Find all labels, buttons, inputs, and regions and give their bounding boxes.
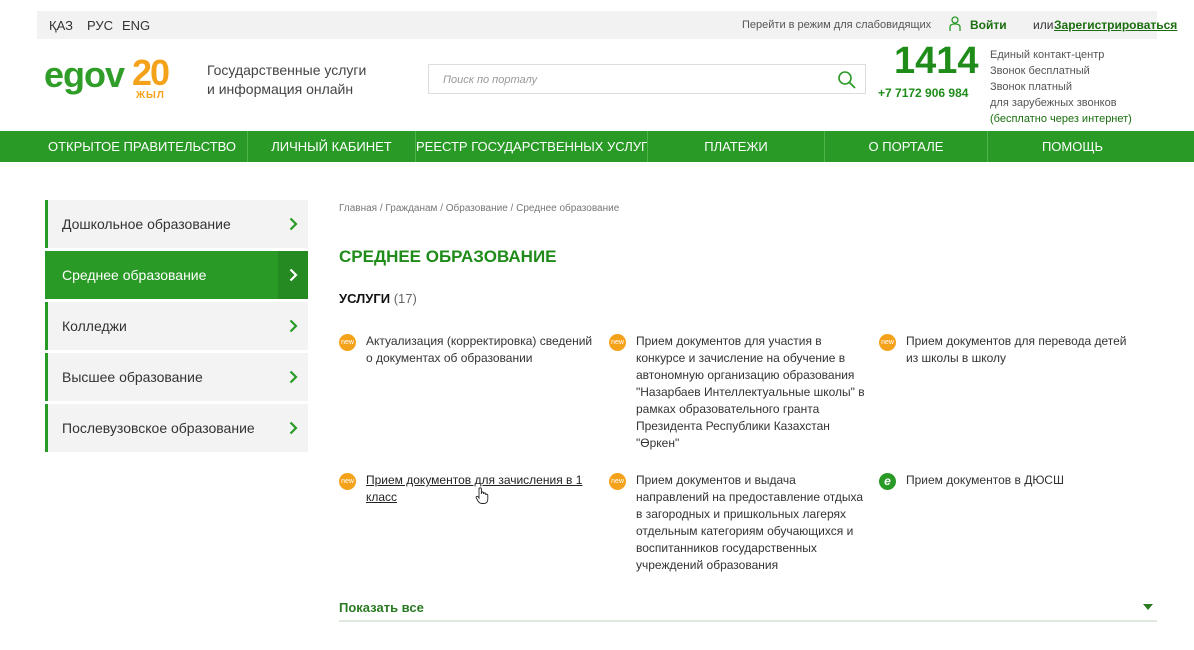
phone-number[interactable]: +7 7172 906 984 xyxy=(878,86,968,100)
lang-eng[interactable]: ENG xyxy=(122,18,150,33)
breadcrumb-separator: / xyxy=(507,203,517,214)
sidebar: Дошкольное образование Среднее образован… xyxy=(45,200,308,455)
service-title[interactable]: Прием документов и выдача направлений на… xyxy=(636,472,866,574)
chevron-right-icon xyxy=(289,370,298,384)
contact-info: Единый контакт-центр Звонок бесплатный З… xyxy=(990,47,1132,127)
lang-kaz[interactable]: ҚАЗ xyxy=(49,18,73,33)
new-badge-icon: new xyxy=(339,334,356,351)
contact-line-3: Звонок платный xyxy=(990,81,1072,93)
nav-personal-cabinet[interactable]: ЛИЧНЫЙ КАБИНЕТ xyxy=(248,131,416,162)
sidebar-item-label: Дошкольное образование xyxy=(62,216,231,232)
tagline-line-1: Государственные услуги xyxy=(207,62,367,78)
contact-line-4: для зарубежных звонков xyxy=(990,97,1117,109)
breadcrumb-education[interactable]: Образование xyxy=(446,203,508,214)
breadcrumb-citizens[interactable]: Гражданам xyxy=(385,203,437,214)
search-box xyxy=(428,64,866,94)
sidebar-item-colleges[interactable]: Колледжи xyxy=(45,302,308,350)
service-title[interactable]: Актуализация (корректировка) сведений о … xyxy=(366,333,596,367)
new-badge-icon: new xyxy=(879,334,896,351)
egov-logo[interactable]: egov 20 ЖЫЛ xyxy=(44,52,194,104)
logo-number: 20 xyxy=(132,52,170,93)
nav-help[interactable]: ПОМОЩЬ xyxy=(988,131,1157,162)
chevron-right-icon xyxy=(289,268,298,282)
tagline-line-2: и информация онлайн xyxy=(207,81,354,97)
search-icon[interactable] xyxy=(837,70,857,90)
hand-pointer-icon xyxy=(475,487,489,504)
section-divider xyxy=(339,620,1157,622)
service-title[interactable]: Прием документов в ДЮСШ xyxy=(906,472,1136,489)
accessibility-mode-link[interactable]: Перейти в режим для слабовидящих xyxy=(742,19,931,31)
e-service-badge-icon: e xyxy=(879,473,896,490)
hotline-number[interactable]: 1414 xyxy=(894,41,979,81)
caret-down-icon[interactable] xyxy=(1143,604,1153,610)
nav-about-portal[interactable]: О ПОРТАЛЕ xyxy=(825,131,988,162)
site-tagline: Государственные услуги и информация онла… xyxy=(207,61,397,99)
chevron-right-icon xyxy=(289,319,298,333)
nav-payments[interactable]: ПЛАТЕЖИ xyxy=(648,131,825,162)
services-heading: УСЛУГИ (17) xyxy=(339,291,417,306)
services-label: УСЛУГИ xyxy=(339,291,391,306)
sidebar-item-label: Высшее образование xyxy=(62,369,203,385)
logo-year: ЖЫЛ xyxy=(136,90,165,101)
user-icon xyxy=(949,16,961,31)
new-badge-icon: new xyxy=(609,334,626,351)
sidebar-item-secondary[interactable]: Среднее образование xyxy=(45,251,308,299)
logo-text: egov xyxy=(44,54,125,95)
nav-open-government[interactable]: ОТКРЫТОЕ ПРАВИТЕЛЬСТВО xyxy=(37,131,248,162)
sidebar-item-postgraduate[interactable]: Послевузовское образование xyxy=(45,404,308,452)
login-link[interactable]: Войти xyxy=(970,18,1007,32)
main-navigation: ОТКРЫТОЕ ПРАВИТЕЛЬСТВО ЛИЧНЫЙ КАБИНЕТ РЕ… xyxy=(0,131,1194,162)
breadcrumb-current: Среднее образование xyxy=(516,203,620,214)
register-link[interactable]: Зарегистрироваться xyxy=(1054,18,1177,32)
breadcrumb: Главная / Гражданам / Образование / Сред… xyxy=(339,203,619,214)
sidebar-item-label: Среднее образование xyxy=(62,267,207,283)
contact-line-1: Единый контакт-центр xyxy=(990,49,1105,61)
new-badge-icon: new xyxy=(339,473,356,490)
breadcrumb-separator: / xyxy=(437,203,446,214)
chevron-right-icon xyxy=(289,421,298,435)
service-title[interactable]: Прием документов для участия в конкурсе … xyxy=(636,333,866,452)
sidebar-item-label: Послевузовское образование xyxy=(62,420,255,436)
top-bar: ҚАЗ РУС ENG Перейти в режим для слабовид… xyxy=(37,11,1177,39)
sidebar-item-higher[interactable]: Высшее образование xyxy=(45,353,308,401)
service-title[interactable]: Прием документов для перевода детей из ш… xyxy=(906,333,1136,367)
new-badge-icon: new xyxy=(609,473,626,490)
sidebar-item-label: Колледжи xyxy=(62,318,127,334)
page-title: СРЕДНЕЕ ОБРАЗОВАНИЕ xyxy=(339,247,557,266)
search-input[interactable] xyxy=(443,71,823,89)
login-or-text: или xyxy=(1033,18,1054,32)
sidebar-item-preschool[interactable]: Дошкольное образование xyxy=(45,200,308,248)
services-count: (17) xyxy=(393,291,417,306)
nav-services-registry[interactable]: РЕЕСТР ГОСУДАРСТВЕННЫХ УСЛУГ xyxy=(416,131,648,162)
show-all-button[interactable]: Показать все xyxy=(339,600,424,615)
contact-line-5[interactable]: (бесплатно через интернет) xyxy=(990,111,1132,127)
breadcrumb-home[interactable]: Главная xyxy=(339,203,377,214)
chevron-right-icon xyxy=(289,217,298,231)
lang-rus[interactable]: РУС xyxy=(87,18,113,33)
contact-line-2: Звонок бесплатный xyxy=(990,65,1090,77)
